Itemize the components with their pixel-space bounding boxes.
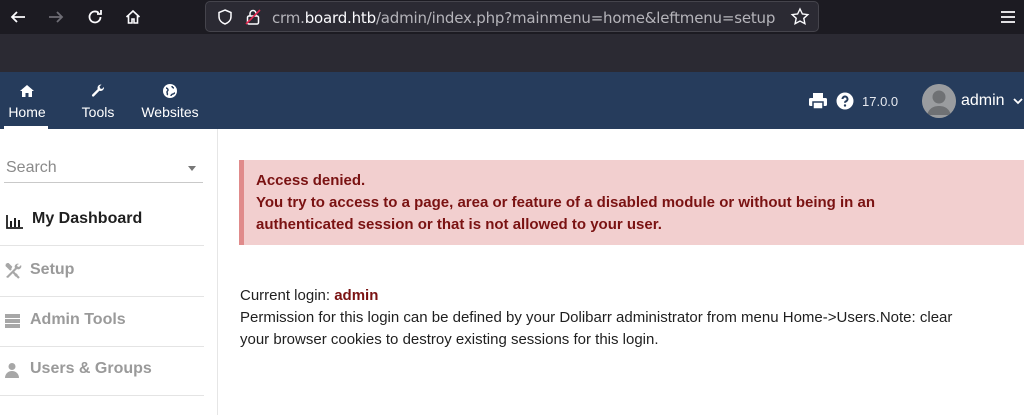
sidebar-item-label: My Dashboard <box>32 210 143 227</box>
top-menu-home-label: Home <box>8 104 46 120</box>
globe-icon <box>163 84 177 98</box>
wrench-icon <box>91 84 104 97</box>
lock-warning-icon[interactable] <box>244 8 262 26</box>
current-login-user: admin <box>334 287 379 304</box>
back-button[interactable] <box>6 5 30 29</box>
version-label: 17.0.0 <box>862 94 899 109</box>
sidebar-item-admin-tools[interactable]: Admin Tools <box>0 297 204 347</box>
help-icon[interactable] <box>836 92 854 110</box>
sidebar-item-setup[interactable]: Setup <box>0 247 204 297</box>
sidebar-item-label: Setup <box>30 261 75 278</box>
top-menu-home[interactable]: Home <box>0 72 54 129</box>
user-icon <box>5 363 19 378</box>
access-denied-alert: Access denied. You try to access to a pa… <box>239 160 1024 245</box>
current-login: Current login: admin <box>240 287 378 304</box>
top-menu-tools-label: Tools <box>81 104 115 120</box>
dropdown-caret-icon[interactable] <box>188 166 196 171</box>
sidebar-item-label: Users & Groups <box>30 360 152 377</box>
top-menu-websites[interactable]: Websites <box>138 72 202 129</box>
address-bar[interactable]: crm.board.htb/admin/index.php?mainmenu=h… <box>205 1 819 32</box>
shield-icon[interactable] <box>216 8 234 26</box>
url-domain: board.htb <box>304 9 376 27</box>
top-menu-tools[interactable]: Tools <box>76 72 120 129</box>
search-placeholder: Search <box>6 159 57 176</box>
top-menu-websites-label: Websites <box>141 104 199 120</box>
permission-note-line1: Permission for this login can be defined… <box>240 309 953 326</box>
hamburger-menu-icon[interactable] <box>996 6 1020 28</box>
home-button[interactable] <box>121 5 145 29</box>
browser-tab-strip <box>0 34 1024 72</box>
arrow-right-icon <box>49 11 64 23</box>
user-menu-label[interactable]: admin <box>961 92 1005 110</box>
print-icon[interactable] <box>808 92 828 110</box>
browser-toolbar: crm.board.htb/admin/index.php?mainmenu=h… <box>0 0 1024 34</box>
tools-icon <box>5 263 22 279</box>
url-path: /admin/index.php?mainmenu=home&leftmenu=… <box>375 9 776 27</box>
url-text[interactable]: crm.board.htb/admin/index.php?mainmenu=h… <box>272 9 784 27</box>
sidebar-item-label: Admin Tools <box>30 311 126 328</box>
alert-message-line2: authenticated session or that is not all… <box>256 216 662 233</box>
server-icon <box>5 314 20 328</box>
chevron-down-icon[interactable] <box>1012 96 1024 106</box>
url-prefix: crm. <box>272 9 305 27</box>
alert-title: Access denied. <box>256 172 366 189</box>
alert-message-line1: You try to access to a page, area or fea… <box>256 194 876 211</box>
reload-icon <box>88 10 102 24</box>
bar-chart-icon <box>6 215 23 229</box>
home-outline-icon <box>125 9 141 24</box>
avatar[interactable] <box>922 84 956 118</box>
forward-button[interactable] <box>44 5 68 29</box>
current-login-label: Current login: <box>240 287 335 304</box>
sidebar-item-users-groups[interactable]: Users & Groups <box>0 346 204 396</box>
sidebar-item-my-dashboard[interactable]: My Dashboard <box>0 196 204 246</box>
permission-note-line2: your browser cookies to destroy existing… <box>240 331 659 348</box>
search-select[interactable]: Search <box>4 155 203 183</box>
left-sidebar: Search My Dashboard Setup Admin Tools Us… <box>0 129 218 415</box>
arrow-left-icon <box>10 11 25 23</box>
reload-button[interactable] <box>83 5 107 29</box>
bookmark-star-icon[interactable] <box>790 7 810 27</box>
user-avatar-icon <box>922 84 956 118</box>
home-icon <box>20 85 34 97</box>
